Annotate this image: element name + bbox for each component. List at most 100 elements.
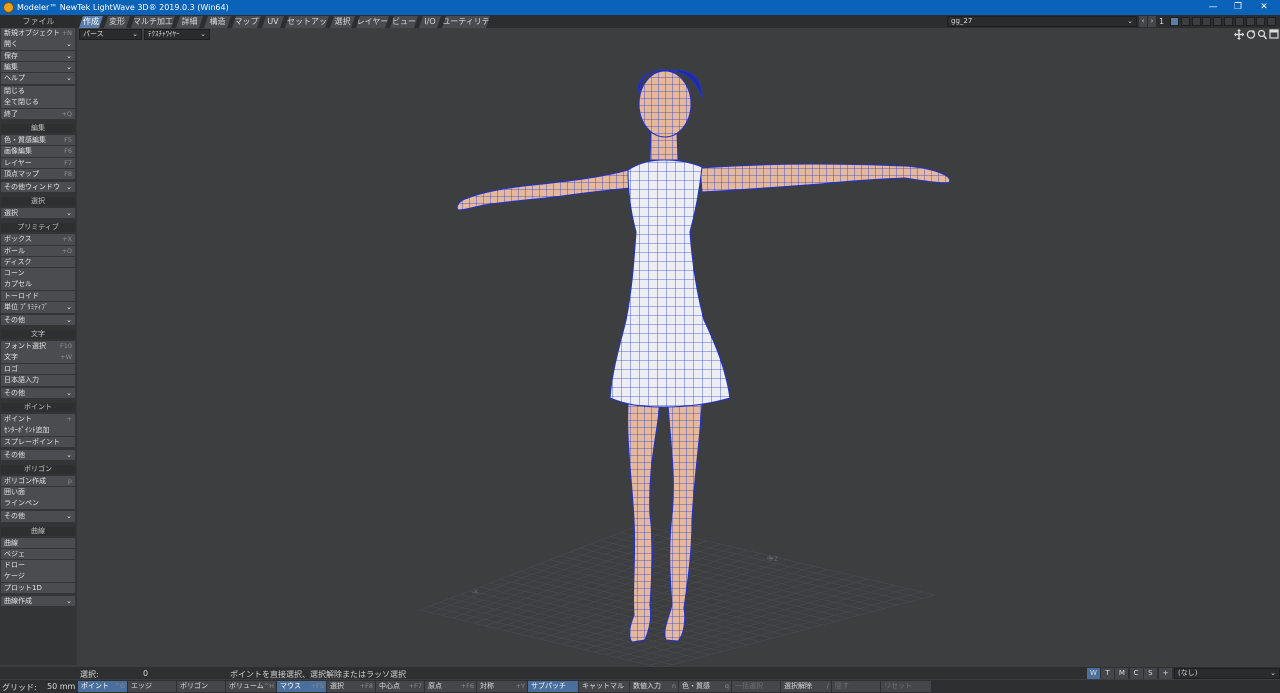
bottom-button[interactable]: 対称 +Y	[477, 681, 527, 692]
layer-filter-select[interactable]: (なし) ⌄	[1174, 668, 1280, 679]
sidebar-button[interactable]: 頂点マップ F8	[1, 168, 75, 180]
bottom-button[interactable]: 隠す	[832, 681, 880, 692]
tab-8[interactable]: 選択	[330, 16, 355, 28]
bottom-button[interactable]: ポイント ^G	[78, 681, 127, 692]
sidebar-button[interactable]: その他 ⌄	[1, 511, 75, 522]
rotate-view-icon[interactable]	[1246, 30, 1256, 39]
layer-slot[interactable]	[1180, 17, 1190, 26]
bottom-button[interactable]: 数値入力 n	[630, 681, 678, 692]
sidebar-button[interactable]: ヘルプ ⌄	[1, 73, 75, 84]
bottom-button[interactable]: ボリューム ^H	[226, 681, 276, 692]
sidebar-button[interactable]: 文字 +W	[1, 352, 75, 363]
sidebar-button[interactable]: 曲線	[1, 537, 75, 548]
sidebar-button[interactable]: ディスク	[1, 256, 75, 268]
sidebar-button[interactable]: その他 ⌄	[1, 314, 75, 326]
perspective-viewport[interactable]: -X +Z	[77, 41, 1280, 667]
layer-slot[interactable]	[1224, 17, 1233, 26]
layer-next-button[interactable]: ›	[1148, 16, 1156, 27]
sidebar-button[interactable]: その他 ⌄	[1, 449, 75, 460]
bottom-button[interactable]: ポリゴン	[177, 681, 225, 692]
layer-prev-button[interactable]: ‹	[1139, 16, 1147, 27]
layer-filter-add-button[interactable]: +	[1159, 668, 1172, 679]
sidebar-button[interactable]: その他 ⌄	[1, 387, 75, 399]
bottom-button[interactable]: 原点 +F6	[425, 681, 476, 692]
sidebar-button[interactable]: ポイント +	[1, 414, 75, 425]
layer-slot[interactable]	[1267, 17, 1277, 26]
view-mode-select[interactable]: パース ⌄	[79, 29, 142, 40]
toggle-s[interactable]: S	[1143, 668, 1157, 679]
layer-slot[interactable]	[1191, 17, 1201, 26]
sidebar-button[interactable]: カプセル	[1, 279, 75, 290]
object-select[interactable]: gg_27 ⌄	[947, 16, 1137, 27]
sidebar-button[interactable]: 画像編集 F6	[1, 146, 75, 157]
move-view-icon[interactable]	[1234, 29, 1244, 40]
bottom-button[interactable]: リセット	[881, 681, 931, 692]
restore-button[interactable]: ❐	[1227, 0, 1249, 15]
layer-slot[interactable]	[1213, 17, 1223, 26]
tab-2[interactable]: マルチ加工	[131, 16, 175, 28]
bottom-button[interactable]: キャットマル	[579, 681, 629, 692]
sidebar-button[interactable]: スプレーポイント	[1, 436, 75, 448]
bottom-button[interactable]: 色・質感 q	[679, 681, 731, 692]
toggle-m[interactable]: M	[1115, 668, 1129, 679]
sidebar-button[interactable]: ポリゴン作成 p	[1, 475, 75, 487]
sidebar-button[interactable]: 保存 ⌄	[1, 50, 75, 62]
tab-12[interactable]: ユーティリティ	[442, 16, 490, 28]
sidebar-button[interactable]: ｾﾝﾀｰﾎﾟｲﾝﾄ追加	[1, 425, 75, 436]
minimize-button[interactable]: —	[1202, 0, 1224, 15]
sidebar-button[interactable]: 選択 ⌄	[1, 207, 75, 219]
tab-4[interactable]: 構造	[204, 16, 231, 28]
toggle-c[interactable]: C	[1129, 668, 1143, 679]
close-button[interactable]: ✕	[1253, 0, 1275, 15]
sidebar-button[interactable]: プロット1D	[1, 582, 75, 594]
tab-10[interactable]: ビュー	[390, 16, 418, 28]
layer-slot[interactable]	[1234, 17, 1244, 26]
tab-6[interactable]: UV	[262, 16, 284, 28]
sidebar-button[interactable]: 全て閉じる	[1, 97, 75, 108]
zoom-view-icon[interactable]	[1257, 29, 1268, 40]
tab-11[interactable]: I/O	[419, 16, 441, 28]
sidebar-button[interactable]: 日本語入力	[1, 375, 75, 386]
bottom-button[interactable]: マウス +F5	[277, 681, 326, 692]
sidebar-button[interactable]: ボール +O	[1, 245, 75, 256]
layer-slot[interactable]	[1245, 17, 1255, 26]
sidebar-button[interactable]: ロゴ	[1, 363, 75, 375]
bottom-button[interactable]: 選択 +F8	[327, 681, 375, 692]
sidebar-button[interactable]: 編集 ⌄	[1, 61, 75, 73]
sidebar-button[interactable]: 開く ⌄	[1, 39, 75, 50]
bottom-button[interactable]: サブパッチ	[528, 681, 578, 692]
tab-0[interactable]: 作成	[79, 16, 103, 28]
sidebar-button[interactable]: 色・質感編集 F5	[1, 134, 75, 146]
sidebar-button[interactable]: コーン	[1, 268, 75, 279]
render-mode-select[interactable]: ﾃｸｽﾁｬﾜｲﾔｰ ⌄	[144, 29, 210, 40]
toggle-t[interactable]: T	[1101, 668, 1115, 679]
toggle-w[interactable]: W	[1087, 668, 1100, 679]
sidebar-button[interactable]: ドロー	[1, 560, 75, 571]
sidebar-button[interactable]: トーロイド	[1, 290, 75, 302]
tab-7[interactable]: セットアップ	[285, 16, 329, 28]
layer-slot[interactable]	[1256, 17, 1266, 26]
sidebar-button[interactable]: ケージ	[1, 571, 75, 582]
layer-slot[interactable]	[1202, 17, 1212, 26]
layer-slot[interactable]	[1170, 17, 1179, 26]
sidebar-button[interactable]: 閉じる	[1, 86, 75, 97]
sidebar-button[interactable]: ボックス +X	[1, 234, 75, 245]
tab-3[interactable]: 詳細	[176, 16, 203, 28]
sidebar-button[interactable]: その他ウィンドウ ⌄	[1, 181, 75, 193]
tab-1[interactable]: 変形	[104, 16, 130, 28]
bottom-button[interactable]: 中心点 +F7	[376, 681, 424, 692]
sidebar-button[interactable]: ラインペン	[1, 498, 75, 509]
sidebar-button[interactable]: 単位 ﾌﾟﾘﾐﾃｨﾌﾞ ⌄	[1, 302, 75, 313]
bottom-button[interactable]: 選択解除 /	[781, 681, 831, 692]
sidebar-button[interactable]: フォント選択 F10	[1, 341, 75, 352]
tab-9[interactable]: レイヤー	[356, 16, 389, 28]
bottom-button[interactable]: 一括選択	[732, 681, 780, 692]
sidebar-button[interactable]: ベジェ	[1, 548, 75, 560]
sidebar-button[interactable]: 囲い面	[1, 487, 75, 498]
bottom-button[interactable]: エッジ	[128, 681, 176, 692]
sidebar-button[interactable]: 終了 +Q	[1, 108, 75, 120]
sidebar-button[interactable]: 曲線作成 ⌄	[1, 595, 75, 606]
sidebar-button[interactable]: レイヤー F7	[1, 157, 75, 168]
tab-5[interactable]: マップ	[232, 16, 261, 28]
sidebar-button[interactable]: 新規オブジェクト +N	[1, 28, 75, 39]
